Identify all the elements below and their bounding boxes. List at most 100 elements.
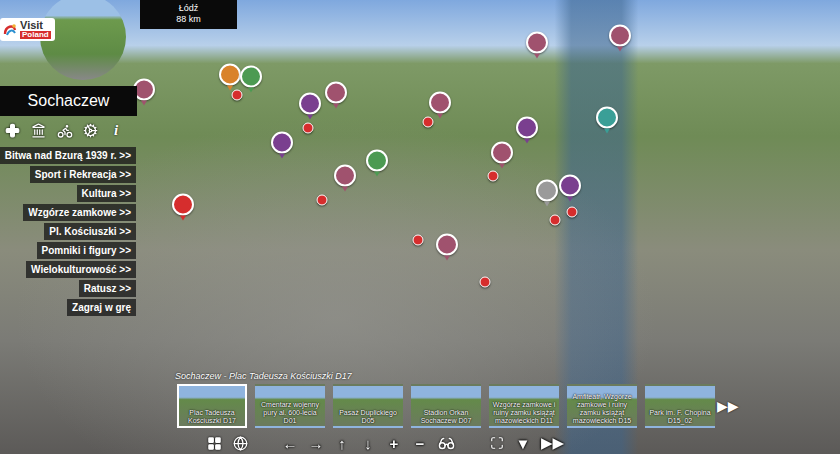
strip-next-button[interactable]: ▶▶ [717,398,739,414]
nav-button[interactable]: − [412,435,428,451]
compass-label: Łódź88 km [140,0,237,29]
pin-head [303,123,314,134]
pin-head [488,171,499,182]
pin-head [516,117,538,139]
bike-icon[interactable] [56,122,73,139]
map-pin[interactable] [423,117,434,128]
thumbnail-label: Wzgórze zamkowe i ruiny zamku książąt ma… [491,401,557,426]
nav-button[interactable]: ← [282,435,298,451]
pin-tail [374,172,380,177]
fullscreen-icon[interactable] [489,435,505,451]
toolbar-button[interactable]: ▶▶ [541,435,564,451]
pin-tail [342,187,348,192]
logo-swirl-icon [2,22,18,38]
map-pin[interactable] [596,107,618,134]
pin-tail [180,216,186,221]
map-pin[interactable] [271,132,293,159]
pin-head [609,25,631,47]
menu: Bitwa nad Bzurą 1939 r. >> Sport i Rekrea… [0,147,140,316]
toolbar: ← → ↑ ↓ +− ▼ ▶▶ [0,428,840,454]
logo-text: VisitPoland [20,20,51,39]
menu-item[interactable]: Pl. Kościuszki >> [44,223,136,240]
map-pin[interactable] [172,194,194,221]
scene-thumbnail[interactable]: Stadion Orkan Sochaczew D07 [411,384,481,428]
pin-head [299,93,321,115]
map-pin[interactable] [413,235,424,246]
nav-button[interactable]: ↑ [334,435,350,451]
map-pin[interactable] [232,90,243,101]
compass-place: Łódź [179,3,199,14]
scene-thumbnail[interactable]: Cmentarz wojenny pury al. 600-lecia D01 [255,384,325,428]
toolbar-button[interactable]: ▼ [515,435,531,451]
menu-item[interactable]: Sport i Rekreacja >> [30,166,136,183]
compass-distance: 88 km [176,14,201,25]
menu-item[interactable]: Ratusz >> [79,280,136,297]
pin-tail [534,54,540,59]
globe-icon[interactable] [232,435,248,451]
pin-head [232,90,243,101]
menu-item[interactable]: Pomniki i figury >> [37,242,136,259]
category-icons: i [0,116,132,147]
map-pin[interactable] [325,82,347,109]
pin-tail [444,256,450,261]
menu-item[interactable]: Wzgórze zamkowe >> [23,204,136,221]
pin-head [325,82,347,104]
pin-head [271,132,293,154]
map-pin[interactable] [559,175,581,202]
pin-head [436,234,458,256]
map-pin[interactable] [303,123,314,134]
pin-tail [141,101,147,106]
pin-tail [279,154,285,159]
map-pin[interactable] [317,195,328,206]
map-pin[interactable] [550,215,561,226]
map-pin[interactable] [609,25,631,52]
pin-head [219,64,241,86]
pin-tail [544,202,550,207]
pin-head [596,107,618,129]
nav-button[interactable]: + [386,435,402,451]
scene-thumbnail[interactable]: Amfiteatr, Wzgórze zamkowe i ruiny zamku… [567,384,637,428]
menu-item[interactable]: Kultura >> [77,185,136,202]
scene-thumbnail[interactable]: Pasaż Duplickiego D05 [333,384,403,428]
menu-item[interactable]: Wielokulturowość >> [26,261,136,278]
map-pin[interactable] [480,277,491,288]
map-pin[interactable] [526,32,548,59]
logo-line2: Poland [20,31,51,39]
vr-glasses-icon[interactable] [438,435,455,451]
menu-item[interactable]: Bitwa nad Bzurą 1939 r. >> [0,147,136,164]
grid-icon[interactable] [206,435,222,451]
scene-thumbnail[interactable]: Wzgórze zamkowe i ruiny zamku książąt ma… [489,384,559,428]
pin-tail [227,86,233,91]
logo[interactable]: VisitPoland [0,18,55,41]
map-pin[interactable] [240,66,262,93]
info-icon[interactable]: i [108,123,124,139]
map-pin[interactable] [516,117,538,144]
map-pin[interactable] [366,150,388,177]
map-pin[interactable] [429,92,451,119]
map-pin[interactable] [488,171,499,182]
pin-head [240,66,262,88]
map-pin[interactable] [567,207,578,218]
nav-button[interactable]: ↓ [360,435,376,451]
tour-viewer[interactable]: Łódź88 kmVisitPolandSochaczewiBitwa nad … [0,0,840,454]
map-pin[interactable] [536,180,558,207]
map-pin[interactable] [334,165,356,192]
menu-item[interactable]: Zagraj w grę [67,299,136,316]
map-pin[interactable] [299,93,321,120]
map-pin[interactable] [219,64,241,91]
pin-head [172,194,194,216]
scene-thumbnail[interactable]: Park im. F. Chopina D15_02 [645,384,715,428]
gear-icon[interactable] [82,122,99,139]
side-panel: VisitPolandSochaczewiBitwa nad Bzurą 193… [0,0,140,316]
thumbnail-label: Stadion Orkan Sochaczew D07 [413,409,479,426]
map-pin[interactable] [436,234,458,261]
cross-icon[interactable] [4,122,21,139]
pin-tail [248,88,254,93]
museum-icon[interactable] [30,122,47,139]
map-pin[interactable] [491,142,513,169]
nav-button[interactable]: → [308,435,324,451]
pin-head [559,175,581,197]
scene-thumbnail[interactable]: Plac Tadeusza Kościuszki D17 [177,384,247,428]
pin-head [480,277,491,288]
pin-tail [437,114,443,119]
